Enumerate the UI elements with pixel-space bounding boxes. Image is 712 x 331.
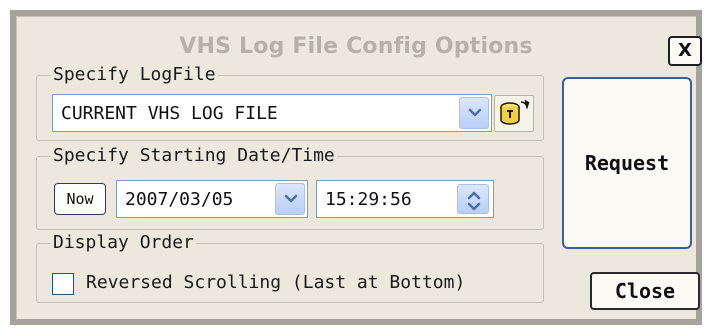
refresh-database-icon bbox=[500, 99, 530, 125]
logfile-select[interactable]: CURRENT VHS LOG FILE bbox=[52, 94, 492, 132]
reversed-scrolling-checkbox[interactable] bbox=[52, 273, 74, 295]
close-button[interactable]: Close bbox=[590, 272, 700, 310]
date-value: 2007/03/05 bbox=[125, 188, 234, 210]
refresh-logfiles-button[interactable] bbox=[494, 95, 534, 132]
now-button[interactable]: Now bbox=[54, 183, 106, 215]
start-datetime-group-label: Specify Starting Date/Time bbox=[51, 144, 337, 168]
reversed-scrolling-label[interactable]: Reversed Scrolling (Last at Bottom) bbox=[86, 270, 465, 296]
chevron-down-icon bbox=[284, 194, 298, 203]
date-select[interactable]: 2007/03/05 bbox=[116, 180, 308, 218]
close-x-button[interactable]: X bbox=[668, 36, 702, 66]
request-button[interactable]: Request bbox=[562, 77, 692, 249]
date-dropdown-button[interactable] bbox=[275, 183, 305, 215]
up-down-arrows-icon bbox=[467, 191, 481, 211]
display-order-group-label: Display Order bbox=[51, 231, 196, 255]
logfile-group-label: Specify LogFile bbox=[51, 63, 218, 87]
time-spin-button[interactable] bbox=[457, 184, 489, 214]
dialog-title: VHS Log File Config Options bbox=[179, 34, 533, 59]
chevron-down-icon bbox=[468, 108, 482, 117]
time-spinner[interactable]: 15:29:56 bbox=[316, 180, 494, 218]
logfile-dropdown-button[interactable] bbox=[459, 97, 489, 129]
time-value: 15:29:56 bbox=[325, 188, 412, 210]
logfile-select-value: CURRENT VHS LOG FILE bbox=[61, 102, 278, 124]
